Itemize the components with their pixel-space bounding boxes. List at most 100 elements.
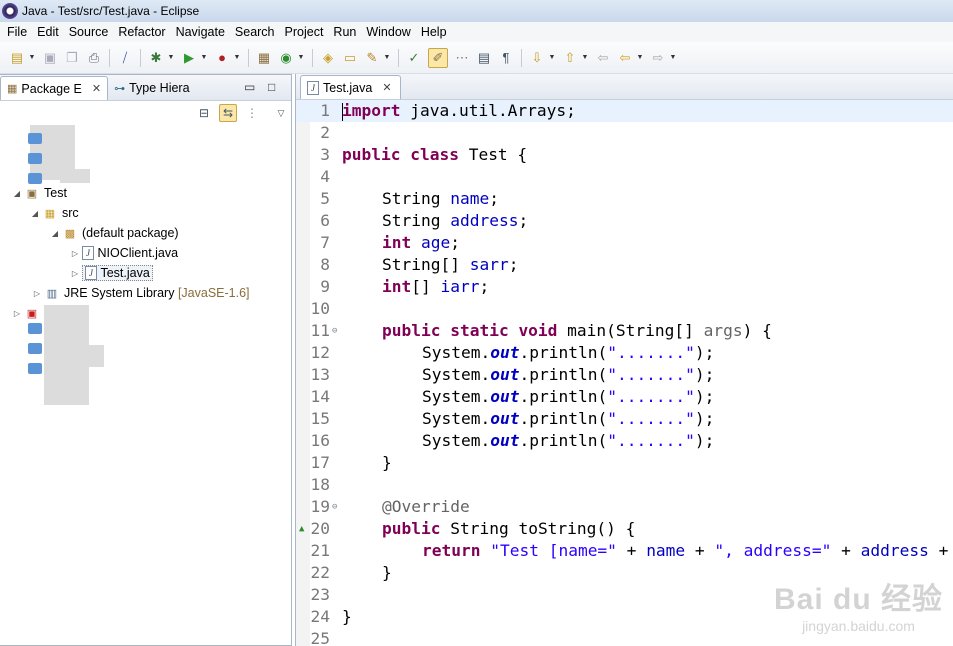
menu-project[interactable]: Project — [280, 22, 329, 42]
code-line[interactable]: 1 import java.util.Arrays; — [296, 100, 953, 122]
external-tools-dropdown-icon[interactable]: ▼ — [233, 50, 241, 66]
code-line[interactable]: 19 ⊖ @Override — [296, 496, 953, 518]
override-marker-icon[interactable]: ▲ — [299, 518, 304, 540]
menu-edit[interactable]: Edit — [32, 22, 64, 42]
back-dropdown-icon[interactable]: ▼ — [636, 50, 644, 66]
tree-item-blurred[interactable]: ▷ ▣ — [12, 303, 44, 323]
show-whitespace-icon[interactable]: ▤ — [476, 50, 492, 66]
code-line[interactable]: 2 — [296, 122, 953, 144]
save-all-icon[interactable]: ❐ — [64, 50, 80, 66]
java-file-icon: J — [85, 266, 97, 280]
debug-icon[interactable]: ✱ — [148, 50, 164, 66]
toolbar-separator — [248, 48, 249, 67]
code-line[interactable]: 8 String[] sarr; — [296, 254, 953, 276]
menu-help[interactable]: Help — [416, 22, 452, 42]
forward-icon[interactable]: ⇨ — [650, 50, 666, 66]
prev-annotation-dropdown-icon[interactable]: ▼ — [581, 50, 589, 66]
code-area[interactable]: 1 import java.util.Arrays; 2 3 public clas… — [296, 100, 953, 646]
code-line[interactable]: 7 int age; — [296, 232, 953, 254]
search-dropdown-icon[interactable]: ▼ — [383, 50, 391, 66]
code-line[interactable]: 14 System.out.println("......."); — [296, 386, 953, 408]
next-annotation-dropdown-icon[interactable]: ▼ — [548, 50, 556, 66]
prev-annotation-icon[interactable]: ⇧ — [562, 50, 578, 66]
code-line[interactable]: 5 String name; — [296, 188, 953, 210]
menu-window[interactable]: Window — [361, 22, 415, 42]
menu-file[interactable]: File — [2, 22, 32, 42]
code-line[interactable]: ▲ 20 public String toString() { — [296, 518, 953, 540]
run-icon[interactable]: ▶ — [181, 50, 197, 66]
code-line[interactable]: 4 — [296, 166, 953, 188]
new-java-project-icon[interactable]: ▦ — [256, 50, 272, 66]
link-with-editor-icon[interactable]: ⇆ — [219, 104, 237, 122]
save-icon[interactable]: ▣ — [42, 50, 58, 66]
tree-item-test-java[interactable]: ▷ J Test.java — [70, 263, 153, 283]
keyword: int — [382, 277, 412, 296]
menu-refactor[interactable]: Refactor — [113, 22, 170, 42]
code-line[interactable]: 16 System.out.println("......."); — [296, 430, 953, 452]
tab-type-hierarchy[interactable]: ⊶ Type Hiera — [108, 76, 195, 100]
menu-search[interactable]: Search — [230, 22, 280, 42]
code-text: .println( — [519, 365, 608, 384]
run-dropdown-icon[interactable]: ▼ — [200, 50, 208, 66]
close-icon[interactable]: ✕ — [382, 81, 391, 94]
skip-breakpoints-icon[interactable]: ⧸ — [117, 50, 133, 66]
new-class-dropdown-icon[interactable]: ▼ — [297, 50, 305, 66]
close-icon[interactable]: ✕ — [92, 82, 101, 95]
code-line[interactable]: 15 System.out.println("......."); — [296, 408, 953, 430]
tree-item-jre[interactable]: ▷ ▥ JRE System Library [JavaSE-1.6] — [32, 283, 250, 303]
code-line[interactable]: 3 public class Test { — [296, 144, 953, 166]
tree-item-nioclient[interactable]: ▷ J NIOClient.java — [70, 243, 178, 263]
new-dropdown-icon[interactable]: ▼ — [28, 50, 36, 66]
fold-toggle-icon[interactable]: ⊖ — [332, 320, 337, 342]
code-line[interactable]: 18 — [296, 474, 953, 496]
code-line[interactable]: 6 String address; — [296, 210, 953, 232]
tree-item-project-test[interactable]: ◢ ▣ Test — [12, 183, 67, 203]
expand-toggle-icon[interactable]: ▷ — [70, 269, 80, 278]
expand-toggle-icon[interactable]: ◢ — [50, 229, 60, 238]
code-line[interactable]: 9 int[] iarr; — [296, 276, 953, 298]
menu-navigate[interactable]: Navigate — [171, 22, 230, 42]
code-line[interactable]: 12 System.out.println("......."); — [296, 342, 953, 364]
mark-occurrences-icon[interactable]: ✐ — [428, 47, 448, 68]
code-line[interactable]: 10 — [296, 298, 953, 320]
code-line[interactable]: 21 return "Test [name=" + name + ", addre… — [296, 540, 953, 562]
menu-source[interactable]: Source — [64, 22, 114, 42]
tab-test-java[interactable]: J Test.java ✕ — [300, 75, 401, 99]
tab-package-explorer[interactable]: ▦ Package E ✕ — [0, 76, 109, 100]
next-annotation-icon[interactable]: ⇩ — [529, 50, 545, 66]
tree-item-default-package[interactable]: ◢ ▩ (default package) — [50, 223, 179, 243]
last-edit-icon[interactable]: ⇦ — [595, 50, 611, 66]
expand-toggle-icon[interactable]: ◢ — [30, 209, 40, 218]
external-tools-icon[interactable]: ● — [214, 50, 230, 66]
toggle-annotation-icon[interactable]: ✓ — [406, 50, 422, 66]
new-class-icon[interactable]: ◉ — [278, 50, 294, 66]
keyword: import — [342, 101, 401, 120]
view-menu-icon[interactable]: ⋮ — [243, 104, 261, 122]
keyword: public static void — [382, 321, 558, 340]
collapse-all-icon[interactable]: ⊟ — [195, 104, 213, 122]
chevron-down-icon[interactable]: ▽ — [272, 104, 290, 122]
menu-run[interactable]: Run — [328, 22, 361, 42]
new-icon[interactable]: ▤ — [9, 50, 25, 66]
open-type-icon[interactable]: ◈ — [320, 50, 336, 66]
forward-dropdown-icon[interactable]: ▼ — [669, 50, 677, 66]
code-line[interactable]: 13 System.out.println("......."); — [296, 364, 953, 386]
show-paragraph-icon[interactable]: ¶ — [498, 50, 514, 66]
code-line[interactable]: 17} — [296, 452, 953, 474]
expand-toggle-icon[interactable]: ▷ — [70, 249, 80, 258]
minimize-icon[interactable]: ▭ — [244, 80, 255, 94]
debug-dropdown-icon[interactable]: ▼ — [167, 50, 175, 66]
print-icon[interactable]: ⎙ — [86, 50, 102, 66]
open-folder-icon[interactable]: ▭ — [342, 50, 358, 66]
block-selection-icon[interactable]: ⋯ — [454, 50, 470, 66]
search-icon[interactable]: ✎ — [364, 50, 380, 66]
expand-toggle-icon[interactable]: ◢ — [12, 189, 22, 198]
tree-item-src[interactable]: ◢ ▦ src — [30, 203, 79, 223]
toolbar: ▤ ▼ ▣ ❐ ⎙ ⧸ ✱ ▼ ▶ ▼ ● ▼ ▦ ◉ ▼ ◈ ▭ ✎ ▼ ✓ ✐ ⋯ ▤ … — [0, 42, 953, 74]
fold-toggle-icon[interactable]: ⊖ — [332, 496, 337, 518]
code-line[interactable]: 11 ⊖ public static void main(String[] args… — [296, 320, 953, 342]
expand-toggle-icon[interactable]: ▷ — [12, 309, 22, 318]
maximize-icon[interactable]: □ — [268, 80, 275, 94]
back-icon[interactable]: ⇦ — [617, 50, 633, 66]
expand-toggle-icon[interactable]: ▷ — [32, 289, 42, 298]
